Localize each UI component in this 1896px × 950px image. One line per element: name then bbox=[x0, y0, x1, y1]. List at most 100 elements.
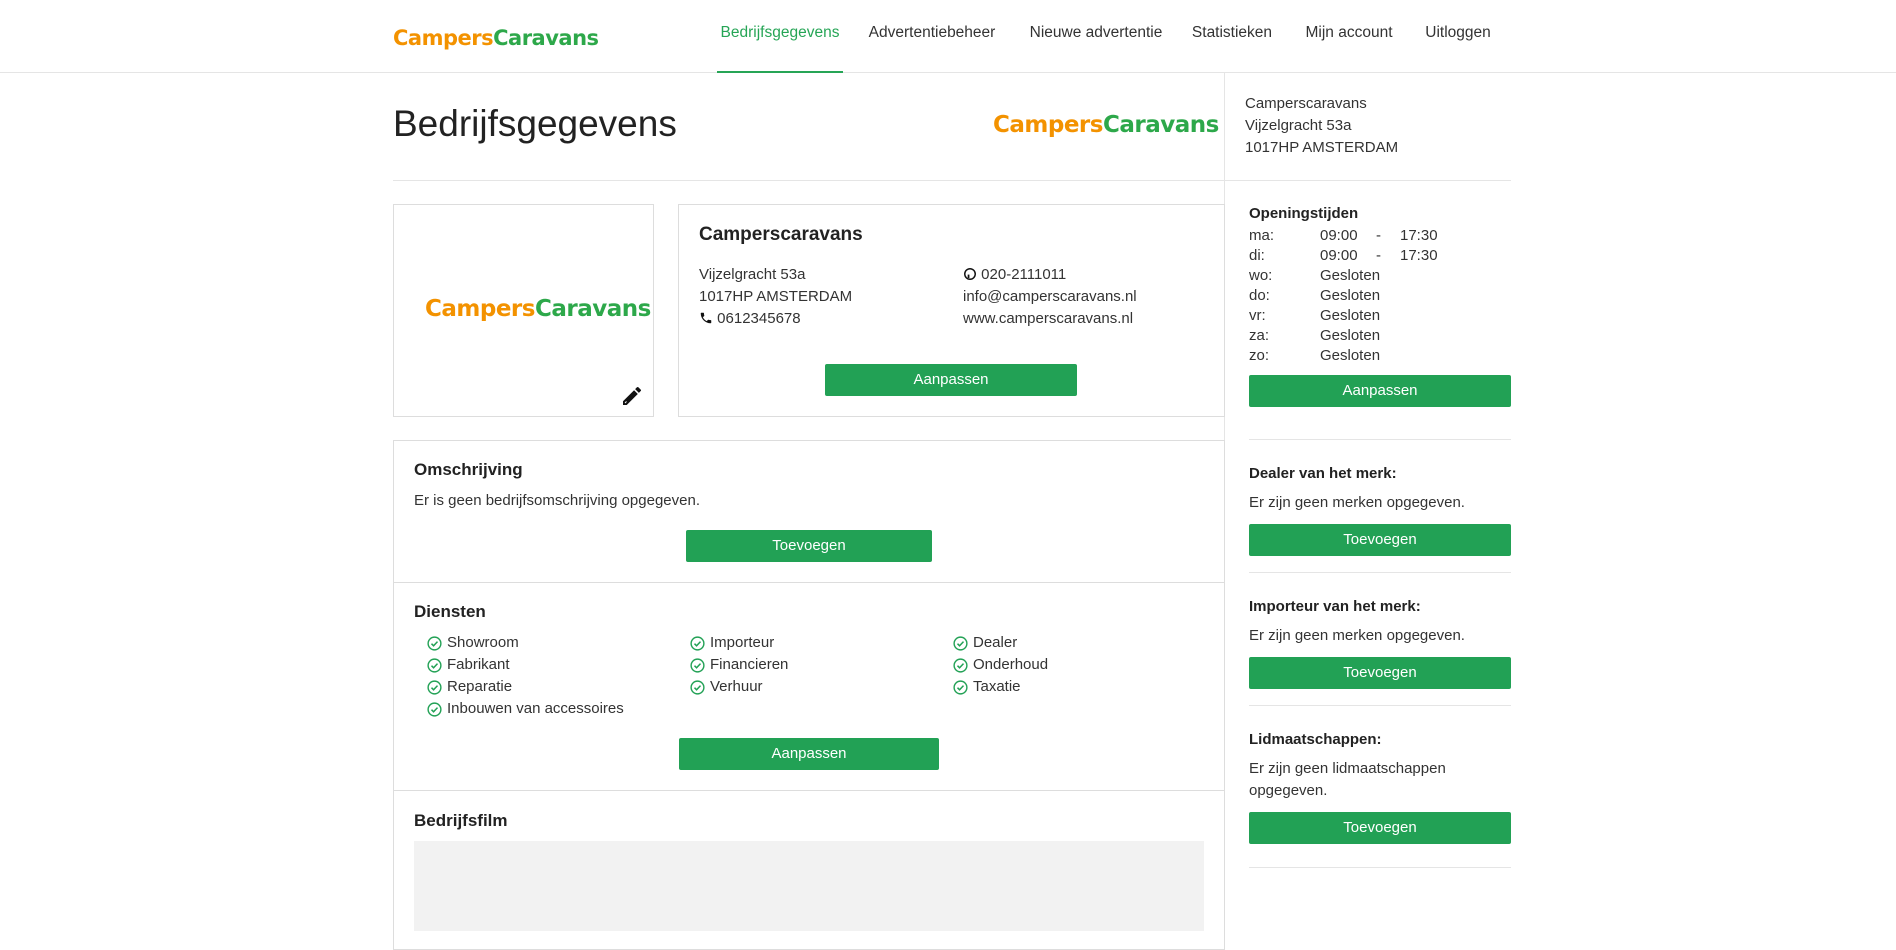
close-time: 17:30 bbox=[1400, 247, 1438, 264]
memberships-text: Er zijn geen lidmaatschappen opgegeven. bbox=[1249, 760, 1446, 799]
company-phone: 020-2111011 bbox=[963, 266, 1066, 283]
page-title: Bedrijfsgegevens bbox=[393, 103, 677, 144]
memberships-title: Lidmaatschappen: bbox=[1249, 731, 1382, 748]
opening-hours-row: zo: Gesloten bbox=[1249, 347, 1469, 367]
dealer-text: Er zijn geen merken opgegeven. bbox=[1249, 494, 1465, 511]
check-circle-icon bbox=[690, 636, 705, 651]
add-membership-button[interactable]: Toevoegen bbox=[1249, 812, 1511, 844]
service-label: Dealer bbox=[973, 634, 1018, 651]
open-time: 09:00 bbox=[1320, 247, 1358, 264]
check-circle-icon bbox=[427, 680, 442, 695]
logo-part-campers: Campers bbox=[425, 296, 535, 322]
service-item: Importeur bbox=[690, 634, 774, 651]
description-text: Er is geen bedrijfsomschrijving opgegeve… bbox=[414, 492, 700, 509]
opening-hours-title: Openingstijden bbox=[1249, 205, 1359, 222]
logo-part-campers: Campers bbox=[393, 26, 494, 50]
phone-icon bbox=[700, 312, 712, 324]
service-label: Financieren bbox=[710, 656, 789, 673]
service-item: Inbouwen van accessoires bbox=[427, 700, 624, 717]
description-title: Omschrijving bbox=[414, 460, 523, 479]
service-item: Dealer bbox=[953, 634, 1017, 651]
company-website[interactable]: www.camperscaravans.nl bbox=[963, 310, 1133, 327]
nav-mijn-account[interactable]: Mijn account bbox=[1301, 0, 1397, 73]
time-separator: - bbox=[1376, 227, 1381, 244]
nav-uitloggen[interactable]: Uitloggen bbox=[1421, 0, 1495, 73]
day-label: za: bbox=[1249, 327, 1270, 344]
divider bbox=[1249, 867, 1511, 868]
opening-hours-row: vr: Gesloten bbox=[1249, 307, 1469, 327]
opening-hours-row: ma: 09:00 - 17:30 bbox=[1249, 227, 1469, 247]
open-time: 09:00 bbox=[1320, 227, 1358, 244]
check-circle-icon bbox=[953, 680, 968, 695]
day-label: do: bbox=[1249, 287, 1270, 304]
service-item: Showroom bbox=[427, 634, 519, 651]
open-time: Gesloten bbox=[1320, 307, 1381, 324]
service-item: Reparatie bbox=[427, 678, 512, 695]
logo-part-caravans: Caravans bbox=[493, 26, 599, 50]
divider bbox=[1249, 572, 1511, 573]
company-city: 1017HP AMSTERDAM bbox=[699, 288, 853, 305]
service-label: Fabrikant bbox=[447, 656, 510, 673]
opening-hours-row: wo: Gesloten bbox=[1249, 267, 1469, 287]
nav-nieuwe-advertentie[interactable]: Nieuwe advertentie bbox=[1021, 0, 1171, 73]
pencil-icon[interactable] bbox=[620, 384, 644, 408]
company-logo: CampersCaravans bbox=[425, 296, 651, 322]
check-circle-icon bbox=[427, 658, 442, 673]
check-circle-icon bbox=[427, 636, 442, 651]
open-time: Gesloten bbox=[1320, 347, 1381, 364]
importer-title: Importeur van het merk: bbox=[1249, 598, 1421, 615]
film-title: Bedrijfsfilm bbox=[414, 811, 508, 830]
check-circle-icon bbox=[953, 636, 968, 651]
nav-bedrijfsgegevens[interactable]: Bedrijfsgegevens bbox=[717, 0, 843, 73]
add-description-button[interactable]: Toevoegen bbox=[686, 530, 932, 562]
sidebar-address: Camperscaravans Vijzelgracht 53a 1017HP … bbox=[1245, 93, 1398, 159]
opening-hours-row: do: Gesloten bbox=[1249, 287, 1469, 307]
service-label: Inbouwen van accessoires bbox=[447, 700, 624, 717]
service-item: Taxatie bbox=[953, 678, 1021, 695]
service-item: Financieren bbox=[690, 656, 788, 673]
dealer-title: Dealer van het merk: bbox=[1249, 465, 1397, 482]
check-circle-icon bbox=[690, 680, 705, 695]
check-circle-icon bbox=[427, 702, 442, 717]
company-name: Camperscaravans bbox=[699, 224, 863, 245]
company-logo-header: CampersCaravans bbox=[993, 112, 1219, 138]
service-item: Onderhoud bbox=[953, 656, 1048, 673]
time-separator: - bbox=[1376, 247, 1381, 264]
importer-text: Er zijn geen merken opgegeven. bbox=[1249, 627, 1465, 644]
sidebar-street: Vijzelgracht 53a bbox=[1245, 117, 1352, 134]
logo-part-caravans: Caravans bbox=[534, 296, 651, 322]
check-circle-icon bbox=[690, 658, 705, 673]
day-label: di: bbox=[1249, 247, 1265, 264]
day-label: zo: bbox=[1249, 347, 1270, 364]
video-placeholder[interactable] bbox=[414, 841, 1204, 931]
service-label: Showroom bbox=[447, 634, 519, 651]
divider bbox=[1249, 439, 1511, 440]
mobile-number: 0612345678 bbox=[717, 310, 801, 327]
open-time: Gesloten bbox=[1320, 267, 1381, 284]
services-title: Diensten bbox=[414, 602, 486, 621]
nav-advertentiebeheer[interactable]: Advertentiebeheer bbox=[862, 0, 1002, 73]
add-dealer-button[interactable]: Toevoegen bbox=[1249, 524, 1511, 556]
day-label: vr: bbox=[1249, 307, 1266, 324]
service-label: Taxatie bbox=[973, 678, 1021, 695]
open-time: Gesloten bbox=[1320, 327, 1381, 344]
service-label: Onderhoud bbox=[973, 656, 1049, 673]
site-logo[interactable]: CampersCaravans bbox=[393, 26, 599, 50]
opening-hours-row: za: Gesloten bbox=[1249, 327, 1469, 347]
service-label: Importeur bbox=[710, 634, 775, 651]
edit-hours-button[interactable]: Aanpassen bbox=[1249, 375, 1511, 407]
company-email[interactable]: info@camperscaravans.nl bbox=[963, 288, 1137, 305]
add-importer-button[interactable]: Toevoegen bbox=[1249, 657, 1511, 689]
day-label: wo: bbox=[1249, 267, 1273, 284]
sidebar-company-name: Camperscaravans bbox=[1245, 95, 1367, 112]
company-street: Vijzelgracht 53a bbox=[699, 266, 806, 283]
edit-services-button[interactable]: Aanpassen bbox=[679, 738, 939, 770]
logo-part-caravans: Caravans bbox=[1102, 112, 1219, 138]
edit-contact-button[interactable]: Aanpassen bbox=[825, 364, 1077, 396]
top-navigation-bar: CampersCaravans Bedrijfsgegevens Adverte… bbox=[0, 0, 1896, 73]
check-circle-icon bbox=[953, 658, 968, 673]
sidebar-city: 1017HP AMSTERDAM bbox=[1245, 139, 1399, 156]
service-label: Verhuur bbox=[710, 678, 763, 695]
phone-number: 020-2111011 bbox=[981, 266, 1067, 283]
nav-statistieken[interactable]: Statistieken bbox=[1189, 0, 1275, 73]
